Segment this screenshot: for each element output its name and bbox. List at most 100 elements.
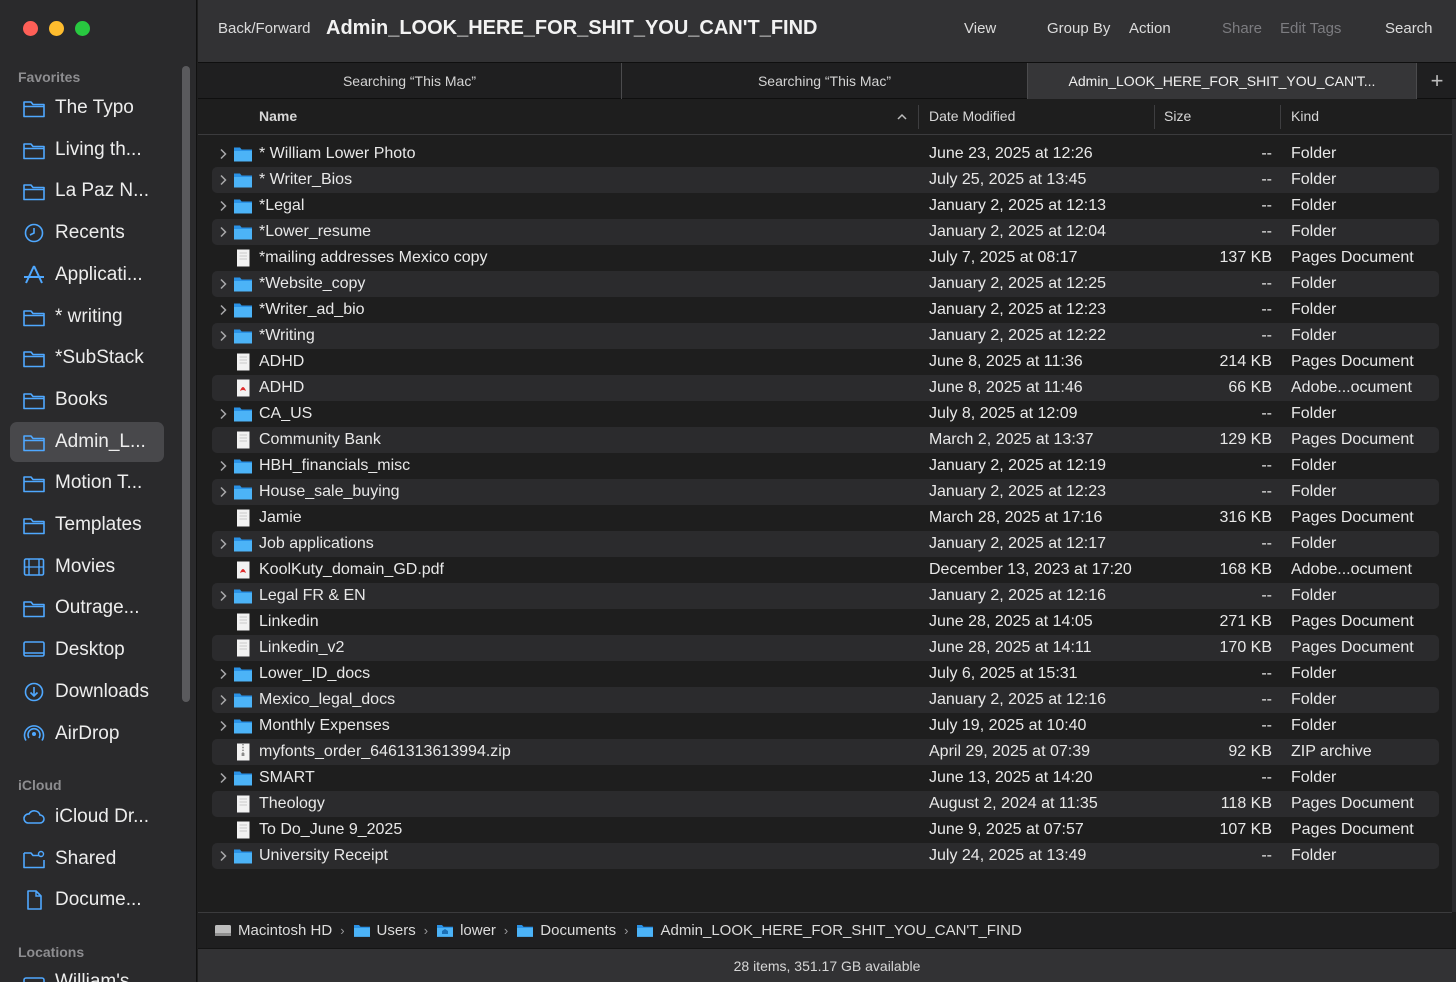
sidebar-item-writing[interactable]: * writing (10, 297, 164, 337)
sidebar-item-outrage[interactable]: Outrage... (10, 588, 164, 628)
file-row[interactable]: Community Bank March 2, 2025 at 13:37 129 … (212, 427, 1439, 453)
disclosure-chevron-icon[interactable] (215, 302, 231, 318)
group-by-button[interactable]: Group By (1047, 20, 1110, 37)
sidebar-item-william-s[interactable]: William's (10, 962, 164, 982)
file-row[interactable]: * William Lower Photo June 23, 2025 at 12… (212, 141, 1439, 167)
column-header-name[interactable]: Name (259, 108, 297, 124)
disclosure-chevron-icon[interactable] (215, 692, 231, 708)
file-row[interactable]: SMART June 13, 2025 at 14:20 -- Folder (212, 765, 1439, 791)
file-row[interactable]: Job applications January 2, 2025 at 12:17… (212, 531, 1439, 557)
edit-tags-button[interactable]: Edit Tags (1280, 20, 1341, 37)
sidebar-item-downloads[interactable]: Downloads (10, 672, 164, 712)
file-row[interactable]: Monthly Expenses July 19, 2025 at 10:40 --… (212, 713, 1439, 739)
sidebar-item-airdrop[interactable]: AirDrop (10, 714, 164, 754)
sidebar-item-movies[interactable]: Movies (10, 547, 164, 587)
file-row[interactable]: *Website_copy January 2, 2025 at 12:25 -- F… (212, 271, 1439, 297)
disclosure-chevron-icon[interactable] (215, 458, 231, 474)
file-row[interactable]: KoolKuty_domain_GD.pdf December 13, 2023 … (212, 557, 1439, 583)
file-size: -- (1261, 327, 1272, 344)
file-name: Lower_ID_docs (259, 665, 371, 682)
disclosure-chevron-icon[interactable] (215, 770, 231, 786)
sidebar-item-shared[interactable]: Shared (10, 839, 164, 879)
sidebar-item-applicati[interactable]: Applicati... (10, 255, 164, 295)
file-row[interactable]: HBH_financials_misc January 2, 2025 at 12… (212, 453, 1439, 479)
path-segment[interactable]: Admin_LOOK_HERE_FOR_SHIT_YOU_CAN'T_FIND (636, 922, 1022, 939)
sort-ascending-icon[interactable] (896, 112, 908, 122)
file-row[interactable]: myfonts_order_6461313613994.zip April 29,… (212, 739, 1439, 765)
column-header-size[interactable]: Size (1164, 108, 1191, 124)
share-button[interactable]: Share (1222, 20, 1262, 37)
sidebar-item-books[interactable]: Books (10, 380, 164, 420)
disclosure-chevron-icon[interactable] (215, 484, 231, 500)
file-row[interactable]: Legal FR & EN January 2, 2025 at 12:16 -- F… (212, 583, 1439, 609)
sidebar-item-la-paz-n[interactable]: La Paz N... (10, 171, 164, 211)
file-size: -- (1261, 665, 1272, 682)
view-button[interactable]: View (964, 20, 996, 37)
disclosure-chevron-icon[interactable] (215, 588, 231, 604)
sidebar-item-admin-l[interactable]: Admin_L... (10, 421, 164, 462)
list-scrollbar[interactable] (1452, 99, 1456, 912)
path-segment-label: Users (376, 922, 416, 939)
disclosure-chevron-icon[interactable] (215, 328, 231, 344)
new-tab-button[interactable]: + (1418, 63, 1456, 99)
file-date-modified: January 2, 2025 at 12:16 (929, 691, 1107, 708)
file-row[interactable]: CA_US July 8, 2025 at 12:09 -- Folder (212, 401, 1439, 427)
action-button[interactable]: Action (1129, 20, 1171, 37)
file-row[interactable]: To Do_June 9_2025 June 9, 2025 at 07:57 10… (212, 817, 1439, 843)
sidebar-item-templates[interactable]: Templates (10, 505, 164, 545)
sidebar-item-the-typo[interactable]: The Typo (10, 88, 164, 128)
path-segment[interactable]: Macintosh HD (214, 922, 332, 939)
disclosure-chevron-icon[interactable] (215, 172, 231, 188)
disclosure-chevron-icon[interactable] (215, 848, 231, 864)
file-list: * William Lower Photo June 23, 2025 at 12… (212, 141, 1439, 869)
zoom-window-button[interactable] (75, 21, 90, 36)
tab-search-1[interactable]: Searching “This Mac” (198, 63, 622, 99)
file-row[interactable]: *Legal January 2, 2025 at 12:13 -- Folder (212, 193, 1439, 219)
file-row[interactable]: House_sale_buying January 2, 2025 at 12:2… (212, 479, 1439, 505)
tab-bar: Searching “This Mac” Searching “This Mac… (198, 62, 1456, 99)
file-row[interactable]: * Writer_Bios July 25, 2025 at 13:45 -- Fol… (212, 167, 1439, 193)
file-row[interactable]: Theology August 2, 2024 at 11:35 118 KB Pag… (212, 791, 1439, 817)
file-kind: Folder (1291, 197, 1337, 214)
file-row[interactable]: Linkedin_v2 June 28, 2025 at 14:11 170 KB P… (212, 635, 1439, 661)
path-segment[interactable]: Users (353, 922, 416, 939)
sidebar-item-recents[interactable]: Recents (10, 213, 164, 253)
sidebar-item-substack[interactable]: *SubStack (10, 338, 164, 378)
tab-search-2[interactable]: Searching “This Mac” (622, 63, 1028, 99)
disclosure-chevron-icon[interactable] (215, 718, 231, 734)
sidebar-item-motion-t[interactable]: Motion T... (10, 463, 164, 503)
disclosure-chevron-icon[interactable] (215, 406, 231, 422)
close-window-button[interactable] (23, 21, 38, 36)
zip-file-icon (233, 743, 253, 761)
file-row[interactable]: *Writing January 2, 2025 at 12:22 -- Folder (212, 323, 1439, 349)
file-row[interactable]: *mailing addresses Mexico copy July 7, 20… (212, 245, 1439, 271)
search-button[interactable]: Search (1385, 20, 1433, 37)
disclosure-chevron-icon[interactable] (215, 276, 231, 292)
sidebar-scrollbar[interactable] (182, 66, 190, 702)
back-forward-button[interactable]: Back/Forward (218, 20, 311, 37)
minimize-window-button[interactable] (49, 21, 64, 36)
sidebar-item-icloud-dr[interactable]: iCloud Dr... (10, 797, 164, 837)
file-row[interactable]: *Lower_resume January 2, 2025 at 12:04 -- F… (212, 219, 1439, 245)
file-row[interactable]: Lower_ID_docs July 6, 2025 at 15:31 -- Fold… (212, 661, 1439, 687)
file-row[interactable]: ADHD June 8, 2025 at 11:46 66 KB Adobe...oc… (212, 375, 1439, 401)
file-row[interactable]: Jamie March 28, 2025 at 17:16 316 KB Pages … (212, 505, 1439, 531)
column-header-date-modified[interactable]: Date Modified (929, 108, 1015, 124)
file-row[interactable]: Mexico_legal_docs January 2, 2025 at 12:1… (212, 687, 1439, 713)
column-header-kind[interactable]: Kind (1291, 108, 1319, 124)
sidebar-item-desktop[interactable]: Desktop (10, 630, 164, 670)
path-segment[interactable]: Documents (516, 922, 616, 939)
disclosure-chevron-icon[interactable] (215, 224, 231, 240)
file-row[interactable]: Linkedin June 28, 2025 at 14:05 271 KB Page… (212, 609, 1439, 635)
path-segment[interactable]: lower (436, 922, 496, 939)
disclosure-chevron-icon[interactable] (215, 666, 231, 682)
tab-admin-folder[interactable]: Admin_LOOK_HERE_FOR_SHIT_YOU_CAN'T... (1028, 63, 1417, 99)
file-row[interactable]: *Writer_ad_bio January 2, 2025 at 12:23 --… (212, 297, 1439, 323)
sidebar-item-living-th[interactable]: Living th... (10, 130, 164, 170)
disclosure-chevron-icon[interactable] (215, 536, 231, 552)
disclosure-chevron-icon[interactable] (215, 146, 231, 162)
sidebar-item-docume[interactable]: Docume... (10, 880, 164, 920)
file-row[interactable]: ADHD June 8, 2025 at 11:36 214 KB Pages Doc… (212, 349, 1439, 375)
disclosure-chevron-icon[interactable] (215, 198, 231, 214)
file-row[interactable]: University Receipt July 24, 2025 at 13:49… (212, 843, 1439, 869)
